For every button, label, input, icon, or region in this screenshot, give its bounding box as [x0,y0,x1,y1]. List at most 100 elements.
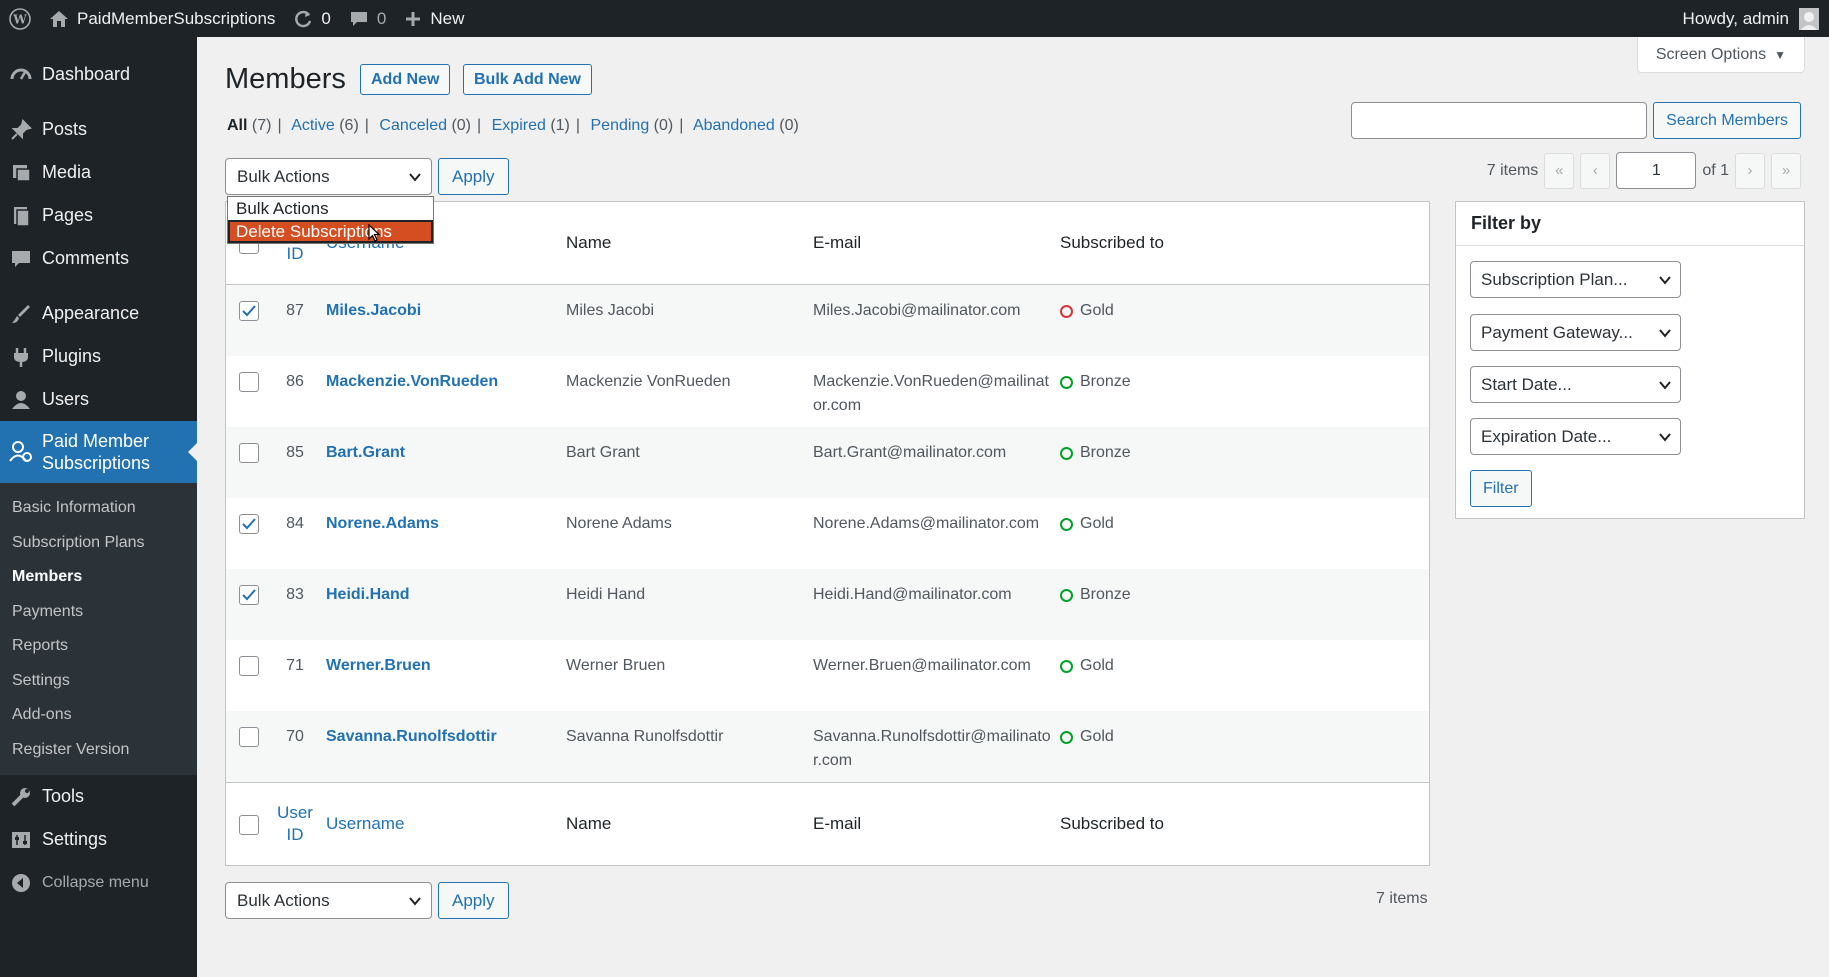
status-dot-icon [1060,446,1073,460]
menu-label: Posts [42,119,88,139]
username-link[interactable]: Savanna.Runolfsdottir [319,725,566,749]
search-input[interactable] [1351,102,1648,139]
row-checkbox[interactable] [238,514,259,534]
row-checkbox[interactable] [238,372,259,392]
apply-button-top[interactable]: Apply [438,158,509,195]
comment-icon [8,246,34,272]
column-user-id-footer[interactable]: User ID [271,802,319,846]
option-delete-subscriptions[interactable]: Delete Subscriptions [228,220,433,243]
screen-options-button[interactable]: Screen Options ▼ [1636,37,1805,73]
comment-bubble-icon [349,10,369,28]
menu-label: Settings [42,829,108,849]
collapse-menu-button[interactable]: Collapse menu [0,861,197,904]
row-checkbox[interactable] [238,585,259,605]
items-count-bottom: 7 items [1376,890,1428,907]
prev-page-button[interactable]: ‹ [1580,152,1611,189]
bulk-actions-value-bottom: Bulk Actions [237,890,330,910]
pages-icon [8,203,34,229]
start-date-select[interactable]: Start Date... [1470,366,1681,403]
bulk-actions-select-bottom[interactable]: Bulk Actions [225,882,432,919]
submenu-payments[interactable]: Payments [0,595,197,630]
column-subscribed-to-footer: Subscribed to [1060,814,1164,833]
submenu-register-version[interactable]: Register Version [0,733,197,768]
filter-button[interactable]: Filter [1470,470,1532,507]
username-link[interactable]: Bart.Grant [319,441,566,465]
member-email: Bart.Grant@mailinator.com [813,444,1007,461]
option-bulk-actions[interactable]: Bulk Actions [228,197,433,220]
row-checkbox[interactable] [238,727,259,747]
row-checkbox[interactable] [238,443,259,463]
member-email: Mackenzie.VonRueden@mailinator.com [813,373,1049,414]
submenu-reports[interactable]: Reports [0,629,197,664]
table-row: 71 Werner.Bruen Werner Bruen Werner.Bruen@m… [226,640,1429,711]
menu-comments[interactable]: Comments [0,237,197,280]
user-id: 86 [286,373,304,390]
first-page-button[interactable]: « [1544,152,1575,189]
wordpress-logo-icon[interactable]: W [0,0,40,37]
chevron-down-icon [1658,325,1672,345]
admin-bar: W PaidMemberSubscriptions 0 0 New Howdy,… [0,0,1829,37]
menu-paid-member-subscriptions[interactable]: Paid Member Subscriptions [0,421,197,483]
menu-settings[interactable]: Settings [0,818,197,861]
last-page-button[interactable]: » [1771,152,1801,189]
apply-button-bottom[interactable]: Apply [438,882,509,919]
menu-tools[interactable]: Tools [0,775,197,818]
select-all-checkbox-bottom[interactable] [238,815,259,835]
next-page-button[interactable]: › [1735,152,1765,189]
submenu-add-ons[interactable]: Add-ons [0,698,197,733]
plan-name: Bronze [1080,444,1131,461]
expiration-date-select[interactable]: Expiration Date... [1470,418,1681,455]
submenu-subscription-plans[interactable]: Subscription Plans [0,526,197,561]
my-account[interactable]: Howdy, admin [1683,7,1829,30]
subscribed-to: Bronze [1060,370,1429,394]
pin-icon [8,117,34,143]
menu-users[interactable]: Users [0,378,197,421]
view-active[interactable]: Active [291,117,335,134]
new-label: New [430,8,465,28]
row-checkbox[interactable] [238,301,259,321]
view-pending[interactable]: Pending [591,117,650,134]
updates-link[interactable]: 0 [284,0,339,37]
bulk-add-new-button[interactable]: Bulk Add New [463,64,592,95]
column-username-footer[interactable]: Username [319,814,566,834]
bulk-actions-select-top[interactable]: Bulk Actions [225,158,432,195]
new-content-link[interactable]: New [395,0,473,37]
search-members-button[interactable]: Search Members [1653,102,1801,139]
menu-posts[interactable]: Posts [0,108,197,151]
comments-count: 0 [376,8,387,28]
chevron-down-icon [1658,272,1672,292]
submenu-members[interactable]: Members [0,560,197,595]
submenu-settings[interactable]: Settings [0,664,197,699]
user-id: 87 [286,302,304,319]
submenu-basic-information[interactable]: Basic Information [0,491,197,526]
username-link[interactable]: Mackenzie.VonRueden [319,370,566,394]
username-link[interactable]: Heidi.Hand [319,583,566,607]
updates-count: 0 [321,8,331,28]
filter-panel: Filter by Subscription Plan... Payment G… [1455,201,1805,519]
site-name-link[interactable]: PaidMemberSubscriptions [40,0,284,37]
member-name: Werner Bruen [566,657,666,674]
user-icon [8,387,34,413]
view-expired[interactable]: Expired [492,117,546,134]
menu-pages[interactable]: Pages [0,194,197,237]
add-new-button[interactable]: Add New [360,64,451,95]
plan-name: Gold [1080,657,1114,674]
view-abandoned[interactable]: Abandoned [693,117,775,134]
menu-plugins[interactable]: Plugins [0,335,197,378]
view-all[interactable]: All [227,117,247,134]
home-icon [49,10,69,28]
view-canceled[interactable]: Canceled [379,117,447,134]
current-page-input[interactable]: 1 [1616,152,1697,189]
comments-link[interactable]: 0 [340,0,395,37]
menu-media[interactable]: Media [0,151,197,194]
member-email: Norene.Adams@mailinator.com [813,515,1040,532]
payment-gateway-select[interactable]: Payment Gateway... [1470,314,1681,351]
username-link[interactable]: Norene.Adams [319,512,566,536]
row-checkbox[interactable] [238,656,259,676]
menu-label: Appearance [42,303,140,323]
subscription-plan-select[interactable]: Subscription Plan... [1470,261,1681,298]
username-link[interactable]: Miles.Jacobi [319,299,566,323]
username-link[interactable]: Werner.Bruen [319,654,566,678]
menu-appearance[interactable]: Appearance [0,292,197,335]
menu-dashboard[interactable]: Dashboard [0,53,197,96]
